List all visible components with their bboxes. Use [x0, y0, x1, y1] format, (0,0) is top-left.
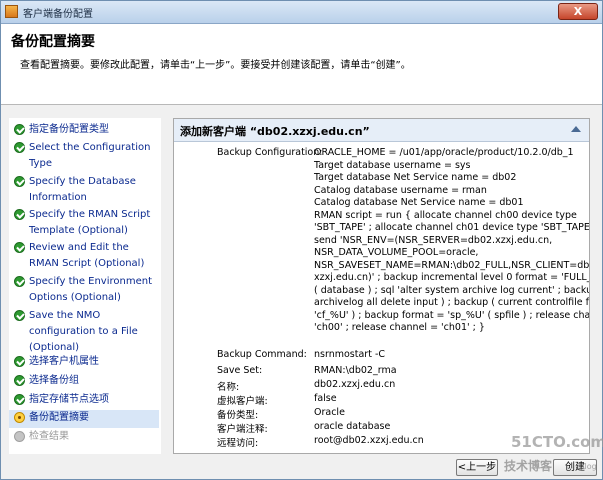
- app-icon: [5, 5, 18, 18]
- check-icon: [14, 242, 25, 253]
- step-item-current[interactable]: 备份配置摘要: [9, 410, 159, 428]
- step-item[interactable]: 选择备份组: [9, 373, 159, 391]
- field-value: db02.xzxj.edu.cn: [314, 379, 396, 390]
- config-line: Catalog database username = rman: [314, 184, 487, 196]
- config-line: ( database ) ; sql 'alter system archive…: [314, 284, 590, 296]
- step-label: Select the Configuration Type: [29, 142, 151, 169]
- config-line: Catalog database Net Service name = db01: [314, 197, 524, 208]
- config-line: NSR_SAVESET_NAME=RMAN:\db02_FULL,NSR_CLI…: [314, 259, 590, 271]
- step-item[interactable]: Select the Configuration Type: [9, 140, 159, 174]
- config-line: 'cf_%U' ) ; backup format = 'sp_%U' ( sp…: [314, 309, 590, 321]
- field-label: 虚拟客户端:: [217, 396, 268, 407]
- step-label: 备份配置摘要: [29, 412, 89, 423]
- step-item: 检查结果: [9, 429, 159, 447]
- check-icon: [14, 394, 25, 405]
- step-item[interactable]: Review and Edit the RMAN Script (Optiona…: [9, 240, 159, 274]
- watermark-blog-en: Blog: [579, 462, 597, 471]
- field-value: Oracle: [314, 407, 345, 418]
- field-label: 远程访问:: [217, 438, 259, 449]
- title-bar: 客户端备份配置 X: [1, 1, 602, 24]
- summary-title: 添加新客户端 “db02.xzxj.edu.cn”: [180, 125, 370, 138]
- config-line: ORACLE_HOME = /u01/app/oracle/product/10…: [314, 147, 574, 158]
- step-label: Save the NMO configuration to a File (Op…: [29, 310, 138, 353]
- field-label: 客户端注释:: [217, 424, 268, 435]
- config-line: RMAN script = run { allocate channel ch0…: [314, 209, 577, 221]
- page-title: 备份配置摘要: [11, 34, 95, 50]
- field-label: 备份类型:: [217, 410, 259, 421]
- close-button[interactable]: X: [558, 3, 598, 20]
- field-label: 名称:: [217, 382, 240, 393]
- field-label: Save Set:: [217, 365, 263, 376]
- step-item[interactable]: Specify the Database Information: [9, 174, 159, 208]
- step-label: Specify the Environment Options (Optiona…: [29, 276, 153, 303]
- check-icon: [14, 209, 25, 220]
- step-item[interactable]: Save the NMO configuration to a File (Op…: [9, 308, 159, 358]
- watermark-site: 51CTO.com: [511, 433, 603, 451]
- summary-panel: 添加新客户端 “db02.xzxj.edu.cn” Backup Configu…: [173, 118, 590, 454]
- field-label: Backup Configuration:: [217, 147, 323, 158]
- step-label: 选择客户机属性: [29, 356, 99, 367]
- check-icon: [14, 375, 25, 386]
- step-label: 指定备份配置类型: [29, 124, 109, 135]
- step-item[interactable]: 指定备份配置类型: [9, 122, 159, 140]
- summary-header: 添加新客户端 “db02.xzxj.edu.cn”: [174, 119, 589, 142]
- check-icon: [14, 176, 25, 187]
- config-line: Target database Net Service name = db02: [314, 172, 517, 183]
- config-line: Target database username = sys: [314, 159, 471, 171]
- config-line: xzxj.edu.cn)' ; backup incremental level…: [314, 272, 590, 283]
- step-item[interactable]: 选择客户机属性: [9, 354, 159, 372]
- config-line: 'SBT_TAPE' ; allocate channel ch01 devic…: [314, 222, 590, 233]
- previous-button[interactable]: <上一步: [456, 459, 498, 476]
- header-panel: 备份配置摘要 查看配置摘要。要修改此配置，请单击“上一步”。要接受并创建该配置，…: [1, 24, 602, 105]
- check-icon: [14, 124, 25, 135]
- config-line: NSR_DATA_VOLUME_POOL=oracle,: [314, 247, 479, 258]
- window-title: 客户端备份配置: [23, 9, 93, 20]
- step-item[interactable]: Specify the Environment Options (Optiona…: [9, 274, 159, 308]
- check-icon: [14, 276, 25, 287]
- collapse-icon[interactable]: [571, 126, 581, 132]
- config-line: 'ch00' ; release channel = 'ch01' ; }: [314, 322, 485, 333]
- field-value: nsrnmostart -C: [314, 349, 386, 360]
- field-label: Backup Command:: [217, 349, 307, 360]
- field-value: false: [314, 393, 337, 404]
- step-label: Specify the Database Information: [29, 176, 136, 203]
- check-icon: [14, 310, 25, 321]
- step-item[interactable]: Specify the RMAN Script Template (Option…: [9, 207, 159, 241]
- config-line: archivelog all delete input ) ; backup (…: [314, 297, 589, 308]
- step-label: Specify the RMAN Script Template (Option…: [29, 209, 151, 236]
- page-description: 查看配置摘要。要修改此配置，请单击“上一步”。要接受并创建该配置，请单击“创建”…: [20, 60, 411, 71]
- check-icon: [14, 142, 25, 153]
- step-label: 选择备份组: [29, 375, 79, 386]
- step-label: 指定存储节点选项: [29, 394, 109, 405]
- step-item[interactable]: 指定存储节点选项: [9, 392, 159, 410]
- wizard-window: 客户端备份配置 X 备份配置摘要 查看配置摘要。要修改此配置，请单击“上一步”。…: [0, 0, 603, 480]
- watermark-blog: 技术博客: [504, 459, 553, 473]
- field-value: RMAN:\db02_rma: [314, 365, 397, 376]
- backup-configuration-value: ORACLE_HOME = /u01/app/oracle/product/10…: [314, 147, 590, 335]
- pending-step-icon: [14, 431, 25, 442]
- field-value: root@db02.xzxj.edu.cn: [314, 435, 424, 446]
- field-value: oracle database: [314, 421, 391, 432]
- check-icon: [14, 356, 25, 367]
- step-label: 检查结果: [29, 431, 69, 442]
- config-line: send 'NSR_ENV=(NSR_SERVER=db02.xzxj.edu.…: [314, 234, 553, 246]
- step-label: Review and Edit the RMAN Script (Optiona…: [29, 242, 145, 269]
- step-list: 指定备份配置类型 Select the Configuration Type S…: [9, 118, 161, 454]
- current-step-icon: [14, 412, 25, 423]
